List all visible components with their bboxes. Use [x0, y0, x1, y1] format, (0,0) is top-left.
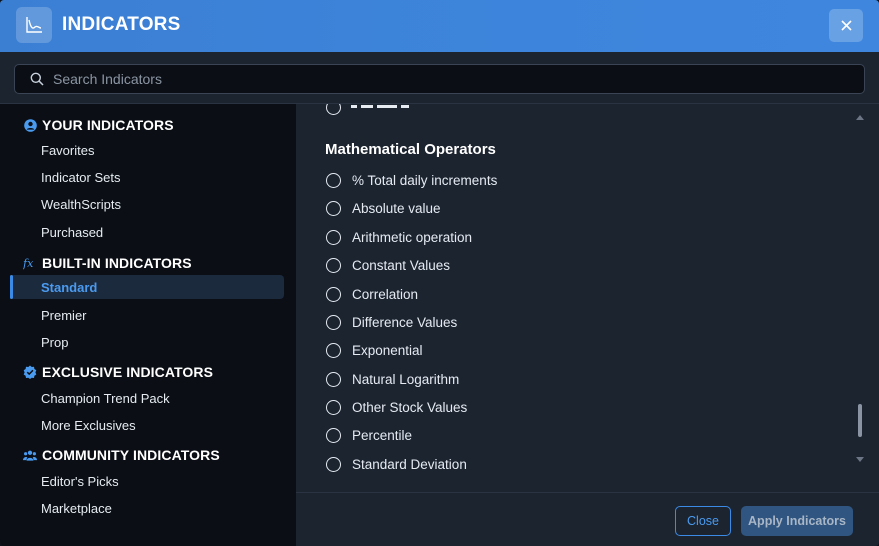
close-icon	[840, 20, 852, 31]
partially-visible-option-text	[351, 105, 409, 108]
option-absolute-value[interactable]: Absolute value	[326, 198, 441, 218]
scroll-up-arrow-icon[interactable]	[856, 114, 864, 120]
radio-button[interactable]	[326, 172, 341, 188]
close-dialog-button[interactable]	[829, 9, 863, 42]
users-icon	[23, 448, 37, 462]
indicator-list-panel: Mathematical Operators % Total daily inc…	[296, 104, 879, 492]
svg-text:fx: fx	[23, 257, 34, 270]
search-box	[14, 64, 865, 94]
option-correlation[interactable]: Correlation	[326, 284, 418, 304]
scrollbar-thumb[interactable]	[858, 404, 862, 437]
section-your-indicators: YOUR INDICATORS	[23, 116, 174, 134]
indicators-dialog: INDICATORS YOUR INDICAT	[0, 0, 879, 546]
radio-button[interactable]	[326, 399, 341, 415]
radio-button[interactable]	[326, 427, 341, 443]
option-percentile[interactable]: Percentile	[326, 425, 412, 445]
sidebar-item-wealthscripts[interactable]: WealthScripts	[10, 192, 284, 216]
radio-button[interactable]	[326, 314, 341, 330]
sidebar-item-premier[interactable]: Premier	[10, 303, 284, 327]
sidebar-item-marketplace[interactable]: Marketplace	[10, 496, 284, 520]
radio-button[interactable]	[326, 371, 341, 387]
dialog-header: INDICATORS	[0, 0, 879, 52]
dialog-footer: Close Apply Indicators	[296, 492, 879, 546]
search-input[interactable]	[53, 69, 853, 89]
sidebar-item-editors-picks[interactable]: Editor's Picks	[10, 469, 284, 493]
verified-badge-icon	[23, 365, 37, 379]
close-button[interactable]: Close	[675, 506, 731, 536]
radio-button[interactable]	[326, 342, 341, 358]
category-title: Mathematical Operators	[325, 141, 496, 158]
option-constant-values[interactable]: Constant Values	[326, 255, 450, 275]
radio-button[interactable]	[326, 257, 341, 273]
scroll-down-arrow-icon[interactable]	[856, 457, 864, 463]
sidebar: YOUR INDICATORS Favorites Indicator Sets…	[0, 104, 296, 546]
sidebar-item-favorites[interactable]: Favorites	[10, 138, 284, 162]
option-exponential[interactable]: Exponential	[326, 340, 423, 360]
section-exclusive-indicators: EXCLUSIVE INDICATORS	[23, 363, 213, 381]
sidebar-item-champion-trend-pack[interactable]: Champion Trend Pack	[10, 386, 284, 410]
search-icon	[30, 72, 44, 86]
option-other-stock-values[interactable]: Other Stock Values	[326, 397, 467, 417]
sidebar-item-standard[interactable]: Standard	[10, 275, 284, 299]
option-natural-logarithm[interactable]: Natural Logarithm	[326, 369, 459, 389]
sidebar-item-more-exclusives[interactable]: More Exclusives	[10, 413, 284, 437]
user-circle-icon	[23, 118, 37, 132]
radio-button[interactable]	[326, 229, 341, 245]
radio-button[interactable]	[326, 200, 341, 216]
radio-button[interactable]	[326, 286, 341, 302]
fx-icon: fx	[23, 256, 37, 270]
sidebar-item-prop[interactable]: Prop	[10, 330, 284, 354]
section-built-in-indicators: fx BUILT-IN INDICATORS	[23, 255, 192, 271]
search-bar	[0, 52, 879, 104]
partially-visible-radio[interactable]	[326, 104, 341, 115]
option-standard-deviation[interactable]: Standard Deviation	[326, 454, 467, 474]
option-total-daily-increments[interactable]: % Total daily increments	[326, 170, 497, 190]
sidebar-item-indicator-sets[interactable]: Indicator Sets	[10, 165, 284, 189]
dialog-title: INDICATORS	[62, 14, 181, 35]
radio-button[interactable]	[326, 456, 341, 472]
option-difference-values[interactable]: Difference Values	[326, 312, 457, 332]
sidebar-item-purchased[interactable]: Purchased	[10, 220, 284, 244]
chart-line-icon	[16, 7, 52, 43]
section-community-indicators: COMMUNITY INDICATORS	[23, 446, 220, 464]
option-arithmetic-operation[interactable]: Arithmetic operation	[326, 227, 472, 247]
apply-indicators-button[interactable]: Apply Indicators	[741, 506, 853, 536]
